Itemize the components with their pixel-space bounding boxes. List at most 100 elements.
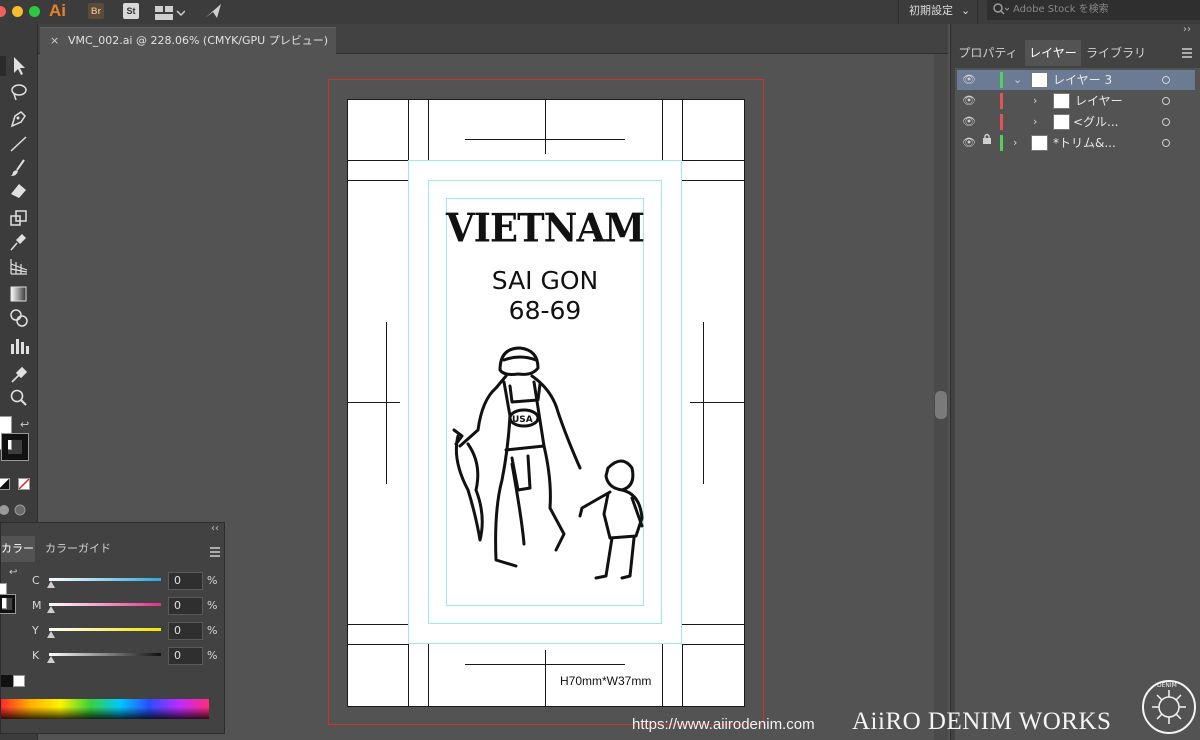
visibility-eye-icon[interactable]: 👁 [962,70,976,90]
close-document-icon[interactable]: × [50,28,59,54]
panel-menu-icon[interactable] [1181,44,1193,63]
zoom-window-button[interactable] [29,6,40,17]
collapse-color-panel-icon[interactable]: ‹‹ [211,523,219,534]
layer-thumbnail [1053,93,1070,109]
arrange-documents-icon[interactable] [155,5,186,20]
layer-thumbnail [1031,135,1048,151]
trim-mark [428,100,429,160]
chevron-down-icon: ⌄ [961,4,971,17]
magenta-row: M 0 % [1,597,226,619]
default-colors-icon[interactable] [0,478,10,490]
watermark-brand: AiiRO DENIM WORKS [852,708,1112,735]
right-panel: ›› プロパティ レイヤー ライブラリ 👁 ⌄ レイヤー 3 👁 › レイヤー … [950,24,1200,740]
color-panel: ‹‹ カラー カラーガイド ↩ C 0 % M 0 % Y 0 % K 0 % [0,522,225,734]
eyedropper-tool-icon[interactable] [8,364,30,384]
black-unit: % [207,649,218,662]
stock-button[interactable]: St [123,3,139,19]
magenta-slider-knob[interactable] [47,606,55,613]
black-swatch[interactable] [1,675,13,687]
workspace-switcher[interactable]: 初期設定 ⌄ [898,0,978,24]
yellow-slider[interactable] [49,628,161,631]
layer-target-icon[interactable] [1162,118,1170,126]
paintbrush-tool-icon[interactable] [8,158,30,178]
magenta-slider[interactable] [49,603,161,606]
cyan-value-field[interactable]: 0 [168,572,203,590]
trim-mark [348,160,408,161]
layer-row[interactable]: 👁 › レイヤー [957,91,1195,111]
black-slider[interactable] [49,653,161,656]
stock-search-input[interactable]: Adobe Stock を検索 [987,0,1200,20]
document-tab[interactable]: × VMC_002.ai @ 228.06% (CMYK/GPU プレビュー) [40,27,336,54]
document-tab-title: VMC_002.ai @ 228.06% (CMYK/GPU プレビュー) [68,34,329,47]
tab-libraries[interactable]: ライブラリ [1083,40,1149,66]
swap-fill-stroke-icon[interactable]: ↩ [20,418,29,431]
lasso-tool-icon[interactable] [8,82,30,102]
layer-target-icon[interactable] [1162,97,1170,105]
collapse-panel-icon[interactable]: ›› [1183,24,1191,35]
cyan-slider-knob[interactable] [47,581,55,588]
tab-color-guide[interactable]: カラーガイド [45,536,125,562]
tool-group-marker [0,56,6,76]
artboard[interactable]: VIETNAM SAI GON 68-69 USA H70mm*W37mm [347,99,745,707]
visibility-eye-icon[interactable]: 👁 [962,91,976,111]
scale-tool-icon[interactable] [8,208,30,228]
chevron-right-icon[interactable]: › [1013,133,1017,153]
soldier-illustration: USA [452,346,644,580]
column-graph-tool-icon[interactable] [8,336,30,356]
eraser-tool-icon[interactable] [8,180,30,200]
close-window-button[interactable] [0,6,6,17]
lock-icon[interactable] [982,133,992,153]
draw-mode-icon[interactable] [0,502,28,516]
seal-text: DENIM [1157,682,1177,689]
stroke-swatch[interactable] [2,434,28,460]
trim-mark [682,624,744,625]
layer-target-icon[interactable] [1162,76,1170,84]
bridge-button[interactable]: Br [88,3,104,19]
white-swatch[interactable] [13,675,25,687]
perspective-grid-tool-icon[interactable] [8,256,30,276]
gradient-tool-icon[interactable] [8,284,30,304]
visibility-eye-icon[interactable]: 👁 [962,112,976,132]
chevron-right-icon[interactable]: › [1033,91,1037,111]
black-value-field[interactable]: 0 [168,647,203,665]
trim-mark [682,160,744,161]
vertical-scrollbar[interactable] [934,54,948,740]
chevron-right-icon[interactable]: › [1033,112,1037,132]
layer-row[interactable]: 👁 › *トリム&... [957,133,1195,153]
yellow-label: Y [32,624,39,637]
color-spectrum-shade [1,699,209,719]
black-slider-knob[interactable] [47,656,55,663]
yellow-value-field[interactable]: 0 [168,622,203,640]
scrollbar-thumb[interactable] [935,391,947,419]
tab-layers[interactable]: レイヤー [1025,40,1081,66]
document-tab-strip: × VMC_002.ai @ 228.06% (CMYK/GPU プレビュー) [38,24,948,54]
registration-mark [703,322,704,484]
line-tool-icon[interactable] [8,134,30,154]
shape-builder-tool-icon[interactable] [8,308,30,328]
chevron-down-icon[interactable]: ⌄ [1013,70,1022,90]
layer-thumbnail [1053,114,1070,130]
trim-mark [428,644,429,706]
minimize-window-button[interactable] [12,6,23,17]
magenta-value-field[interactable]: 0 [168,597,203,615]
artwork-subtitle-2: 68-69 [508,296,582,325]
trim-mark [682,100,683,160]
tab-properties[interactable]: プロパティ [955,40,1021,66]
none-swatch-icon[interactable] [18,478,30,490]
layer-target-icon[interactable] [1162,139,1170,147]
visibility-eye-icon[interactable]: 👁 [962,133,976,153]
zoom-tool-icon[interactable] [8,388,30,408]
gpu-performance-icon[interactable] [203,2,223,20]
layer-row[interactable]: 👁 › <グル... [957,112,1195,132]
layer-row[interactable]: 👁 ⌄ レイヤー 3 [957,70,1195,90]
yellow-slider-knob[interactable] [47,631,55,638]
color-panel-menu-icon[interactable] [209,543,221,562]
selection-tool-icon[interactable] [8,56,30,76]
tab-color[interactable]: カラー [1,536,35,562]
cyan-slider[interactable] [49,578,161,581]
illustrator-logo: Ai [49,1,66,20]
puppet-warp-tool-icon[interactable] [8,232,30,252]
pen-tool-icon[interactable] [8,108,30,128]
trim-mark [682,180,744,181]
layer-name: レイヤー 3 [1053,73,1113,87]
